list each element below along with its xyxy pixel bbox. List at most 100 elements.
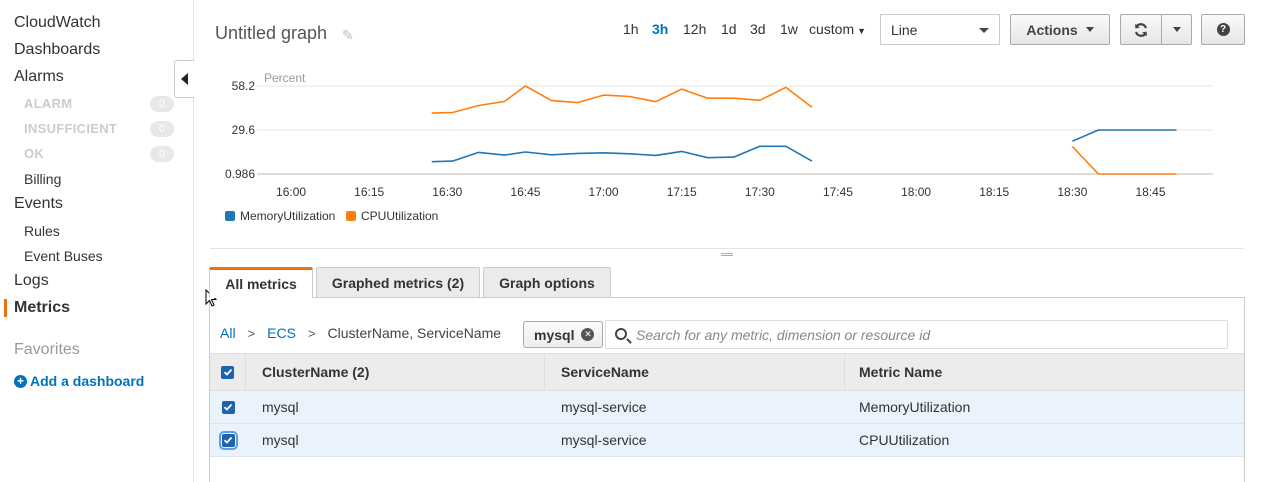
add-dashboard-label: Add a dashboard [30,373,145,389]
range-custom[interactable]: custom ▼ [809,21,866,37]
legend-memory[interactable]: MemoryUtilization [225,209,335,223]
row-checkbox[interactable] [218,430,238,450]
check-icon [223,368,232,376]
plus-circle-icon: + [14,374,27,388]
x-tick-label: 18:45 [1135,185,1165,199]
legend-label-memory: MemoryUtilization [240,209,336,223]
caret-down-icon [1085,27,1094,32]
cell-metricname: CPUUtilization [859,432,950,448]
tab-graph-options[interactable]: Graph options [483,267,611,297]
x-tick-label: 18:00 [901,185,931,199]
series-line-cpu [1071,146,1177,175]
x-tick-label: 16:45 [510,185,540,199]
sidebar-item-insufficient[interactable]: INSUFFICIENT [24,121,117,136]
caret-down-icon [1172,27,1181,32]
favorites-heading: Favorites [14,341,80,358]
actions-label: Actions [1026,21,1078,38]
sidebar-item-cloudwatch[interactable]: CloudWatch [14,14,101,32]
x-tick-label: 16:00 [276,185,306,199]
sidebar-item-events[interactable]: Events [14,195,63,213]
sidebar-item-alarms[interactable]: Alarms [14,68,64,86]
sidebar-item-logs[interactable]: Logs [14,272,49,290]
table-header-row: ClusterName (2) ServiceName Metric Name [210,353,1244,391]
caret-down-icon [979,28,989,33]
breadcrumb-separator: > [247,325,256,341]
series-line-memory [431,145,813,163]
column-header-clustername[interactable]: ClusterName (2) [246,354,545,390]
search-icon [615,328,627,340]
collapse-sidebar-button[interactable] [174,60,194,98]
actions-button[interactable]: Actions [1010,14,1110,45]
sidebar-item-event-buses[interactable]: Event Buses [24,248,103,264]
breadcrumb-separator: > [307,325,316,341]
check-icon [223,436,233,444]
graph-title[interactable]: Untitled graph [215,23,327,44]
breadcrumb: All > ECS > ClusterName, ServiceName [220,325,501,341]
column-header-servicename[interactable]: ServiceName [545,354,845,390]
breadcrumb-all[interactable]: All [220,325,236,341]
caret-down-icon: ▼ [857,26,867,36]
breadcrumb-ecs[interactable]: ECS [267,325,296,341]
range-1d[interactable]: 1d [721,21,737,37]
cell-servicename: mysql-service [561,399,647,415]
column-header-metricname[interactable]: Metric Name [845,354,1244,390]
refresh-options-button[interactable] [1161,14,1192,45]
remove-token-icon[interactable]: ✕ [581,328,595,341]
pencil-icon[interactable]: ✎ [342,27,354,44]
select-all-checkbox[interactable] [221,365,234,379]
x-tick-label: 17:00 [589,185,619,199]
check-icon [223,403,233,411]
range-12h[interactable]: 12h [683,21,706,37]
y-tick-label: 58.2 [232,79,256,93]
x-tick-label: 17:30 [745,185,775,199]
add-dashboard-link[interactable]: + Add a dashboard [14,373,144,389]
search-box[interactable] [605,320,1228,349]
tab-graphed-metrics[interactable]: Graphed metrics (2) [316,267,480,297]
x-tick-label: 17:15 [667,185,697,199]
sidebar-item-metrics[interactable]: Metrics [14,299,70,317]
resize-grip-icon[interactable] [721,253,733,256]
sidebar-item-dashboards[interactable]: Dashboards [14,41,100,59]
search-token[interactable]: mysql ✕ [523,321,604,348]
panel-divider [210,248,1244,249]
legend-swatch-memory [225,211,235,221]
active-indicator [4,299,7,317]
range-1h[interactable]: 1h [623,21,639,37]
range-1w[interactable]: 1w [780,21,798,37]
x-tick-label: 17:45 [823,185,853,199]
search-input[interactable] [636,326,1216,344]
range-custom-label: custom [809,21,855,37]
x-tick-label: 18:15 [979,185,1009,199]
sidebar-item-billing[interactable]: Billing [24,171,61,187]
y-tick-label: 0.986 [225,167,255,181]
x-tick-label: 16:15 [354,185,384,199]
table-row[interactable]: mysql mysql-service MemoryUtilization [210,391,1244,424]
x-tick-label: 16:30 [432,185,462,199]
insufficient-count-badge: 0 [150,121,174,137]
row-checkbox-cell [210,424,246,456]
range-3d[interactable]: 3d [750,21,766,37]
legend-cpu[interactable]: CPUUtilization [346,209,438,223]
sidebar-item-ok[interactable]: OK [24,146,44,161]
table-row[interactable]: mysql mysql-service CPUUtilization [210,424,1244,457]
alarm-count-badge: 0 [150,96,174,112]
range-3h[interactable]: 3h [652,21,668,37]
row-checkbox[interactable] [221,400,235,414]
row-checkbox-cell [210,391,246,423]
sidebar: CloudWatch Dashboards Alarms ALARM 0 INS… [0,0,194,482]
cell-servicename: mysql-service [561,432,647,448]
legend-swatch-cpu [346,211,356,221]
breadcrumb-current: ClusterName, ServiceName [327,325,502,341]
help-button[interactable]: ? [1201,14,1245,45]
tab-all-metrics[interactable]: All metrics [209,267,313,298]
refresh-icon [1134,22,1148,37]
sidebar-item-alarm[interactable]: ALARM [24,96,72,111]
ok-count-badge: 0 [150,146,174,162]
select-all-cell [210,354,246,390]
y-axis-label: Percent [264,71,306,85]
series-line-cpu [431,85,813,114]
refresh-button[interactable] [1120,14,1162,45]
sidebar-item-rules[interactable]: Rules [24,223,60,239]
chart-type-select[interactable]: Line [880,14,1000,45]
chevron-left-icon [181,73,188,85]
